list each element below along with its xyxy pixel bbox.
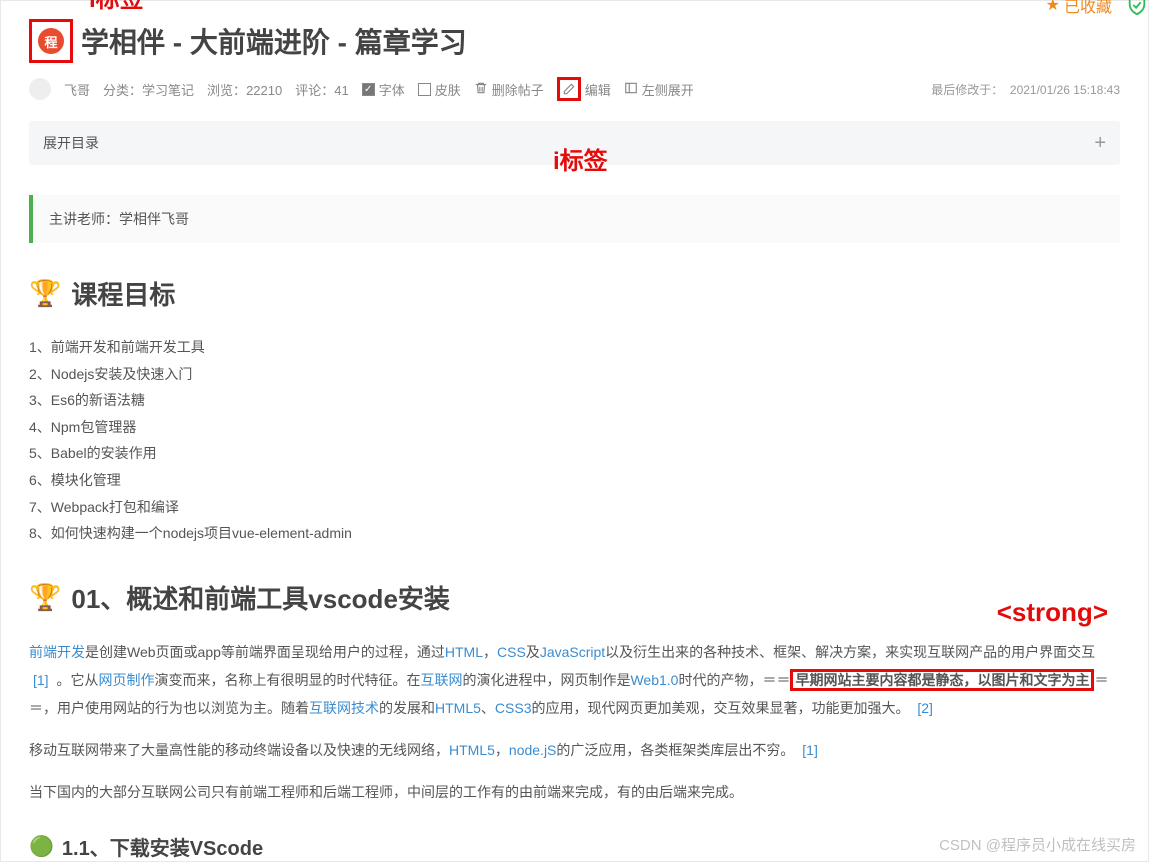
font-toggle[interactable]: ✓ 字体 xyxy=(362,80,405,99)
category-field: 分类：学习笔记 xyxy=(103,80,194,99)
link-css3[interactable]: CSS3 xyxy=(495,700,532,716)
annotation-i-tag-mid: i标签 xyxy=(553,141,608,176)
annotation-i-tag-top: i标签 xyxy=(89,0,144,14)
page-title-icon-annotated: 程 xyxy=(29,19,73,63)
link-internet-tech[interactable]: 互联网技术 xyxy=(309,700,379,716)
list-item: 3、Es6的新语法糖 xyxy=(29,387,1120,414)
paragraph-1: 前端开发是创建Web页面或app等前端界面呈现给用户的过程，通过HTML，CSS… xyxy=(29,638,1120,722)
trophy-icon: 🏆 xyxy=(29,582,61,613)
plus-icon: + xyxy=(1094,133,1106,153)
goal-list: 1、前端开发和前端开发工具 2、Nodejs安装及快速入门 3、Es6的新语法糖… xyxy=(29,334,1120,547)
delete-post-button[interactable]: 删除帖子 xyxy=(474,80,544,99)
page-title: 学相伴 - 大前端进阶 - 篇章学习 xyxy=(81,21,467,61)
list-item: 4、Npm包管理器 xyxy=(29,414,1120,441)
section-heading-01: 01、概述和前端工具vscode安装 xyxy=(71,579,450,616)
edit-icon-annotated xyxy=(557,77,581,101)
meta-bar: 飞哥 分类：学习笔记 浏览：22210 评论：41 ✓ 字体 ✓ 皮肤 删除帖子 xyxy=(29,77,1120,101)
subsection-heading-1-1: 1.1、下载安装VScode xyxy=(62,832,263,861)
toc-expand-label: 展开目录 xyxy=(43,133,99,153)
skin-toggle[interactable]: ✓ 皮肤 xyxy=(418,80,461,99)
checkbox-checked-icon: ✓ xyxy=(362,83,375,96)
link-frontend-dev[interactable]: 前端开发 xyxy=(29,644,85,660)
expand-left-icon xyxy=(624,81,638,98)
ref-link-1[interactable]: [1] xyxy=(33,672,49,688)
author-avatar[interactable] xyxy=(29,78,51,100)
list-item: 6、模块化管理 xyxy=(29,467,1120,494)
lecturer-quote: 主讲老师：学相伴飞哥 xyxy=(29,195,1120,243)
list-item: 7、Webpack打包和编译 xyxy=(29,494,1120,521)
list-item: 8、如何快速构建一个nodejs项目vue-element-admin xyxy=(29,520,1120,547)
link-webmake[interactable]: 网页制作 xyxy=(98,672,154,688)
link-html5[interactable]: HTML5 xyxy=(435,700,481,716)
trophy-icon: 🏆 xyxy=(29,278,61,309)
link-internet[interactable]: 互联网 xyxy=(420,672,462,688)
expand-left-button[interactable]: 左侧展开 xyxy=(624,80,694,99)
link-css[interactable]: CSS xyxy=(497,644,526,660)
link-nodejs[interactable]: node.jS xyxy=(509,742,556,758)
annotation-strong-tag: <strong> xyxy=(997,597,1108,628)
last-modified: 最后修改于： 2021/01/26 15:18:43 xyxy=(931,81,1120,98)
views-field: 浏览：22210 xyxy=(207,80,282,99)
paragraph-2: 移动互联网带来了大量高性能的移动终端设备以及快速的无线网络，HTML5，node… xyxy=(29,736,1120,764)
comments-field: 评论：41 xyxy=(295,80,348,99)
list-item: 2、Nodejs安装及快速入门 xyxy=(29,361,1120,388)
favorite-label: 已收藏 xyxy=(1064,0,1112,17)
link-javascript[interactable]: JavaScript xyxy=(540,644,605,660)
ref-link-1b[interactable]: [1] xyxy=(802,742,818,758)
paragraph-3: 当下国内的大部分互联网公司只有前端工程师和后端工程师，中间层的工作有的由前端来完… xyxy=(29,778,1120,806)
edit-post-button[interactable]: 编辑 xyxy=(557,77,611,101)
trash-icon xyxy=(474,81,488,98)
favorite-button[interactable]: ★ 已收藏 xyxy=(1046,0,1112,17)
list-item: 5、Babel的安装作用 xyxy=(29,440,1120,467)
checkbox-empty-icon: ✓ xyxy=(418,83,431,96)
brand-badge-icon: 程 xyxy=(38,28,64,54)
shield-check-icon[interactable] xyxy=(1126,0,1148,16)
link-html5-b[interactable]: HTML5 xyxy=(449,742,495,758)
green-dot-icon: 🟢 xyxy=(29,834,54,859)
link-html[interactable]: HTML xyxy=(445,644,483,660)
author-name[interactable]: 飞哥 xyxy=(64,80,90,99)
star-icon: ★ xyxy=(1046,0,1060,15)
list-item: 1、前端开发和前端开发工具 xyxy=(29,334,1120,361)
link-web10[interactable]: Web1.0 xyxy=(630,672,678,688)
ref-link-2[interactable]: [2] xyxy=(917,700,933,716)
strong-emphasis-annotated: 早期网站主要内容都是静态，以图片和文字为主 xyxy=(790,669,1094,691)
section-heading-goal: 课程目标 xyxy=(71,275,175,312)
